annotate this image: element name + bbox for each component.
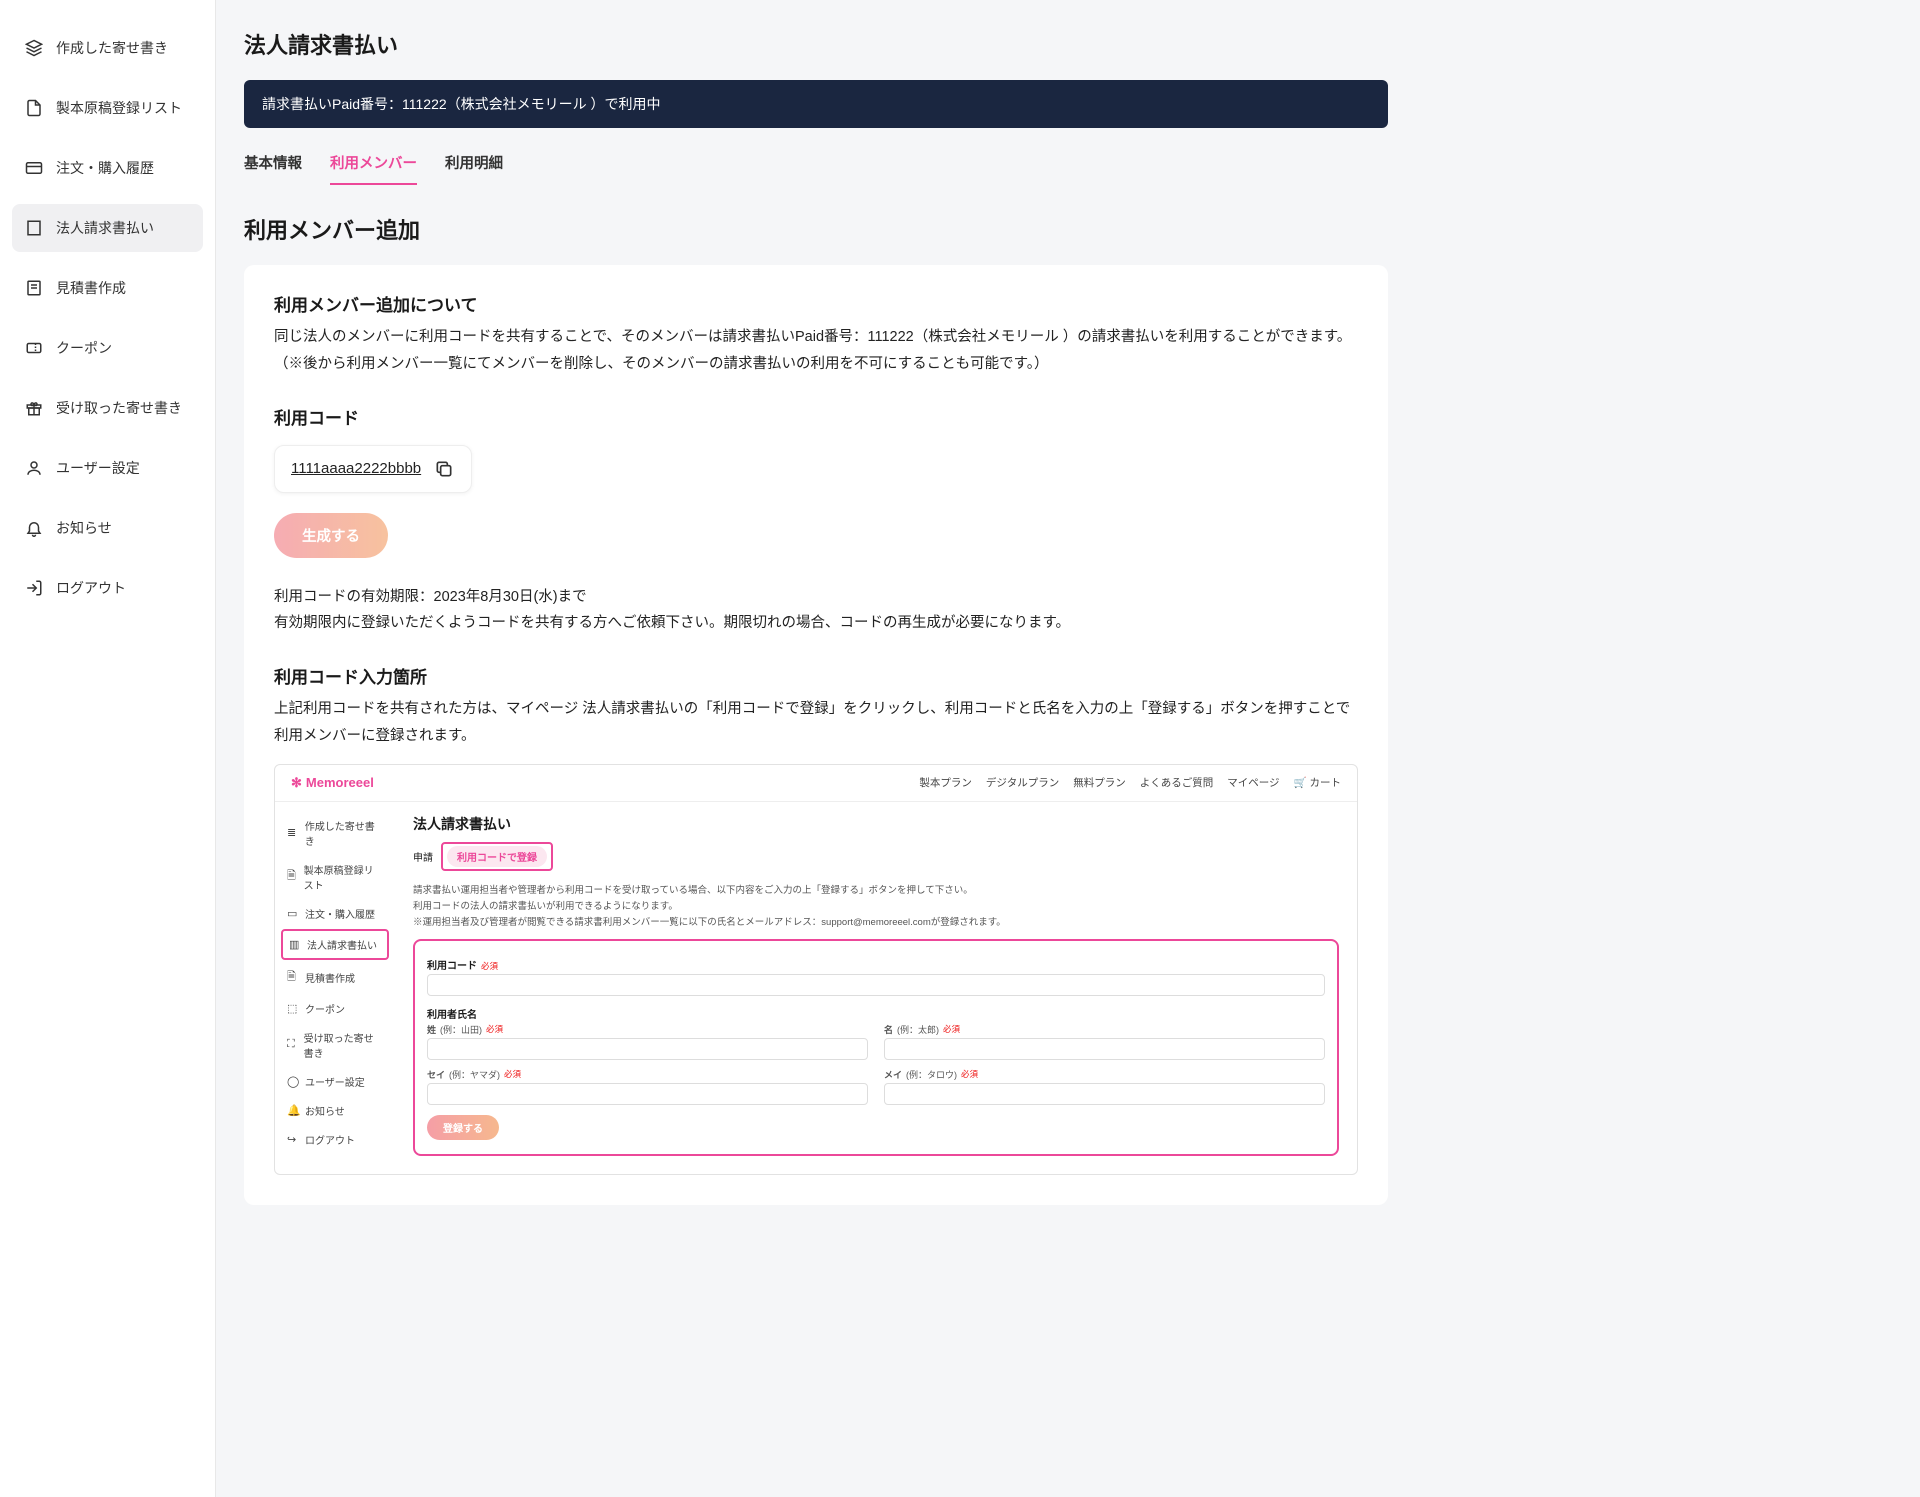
sidebar-item-coupon[interactable]: クーポン [12,324,203,372]
card-icon [24,158,44,178]
ticket-icon [24,338,44,358]
sidebar-item-received-books[interactable]: 受け取った寄せ書き [12,384,203,432]
mock-logo: ✻ Memoreeel [291,775,374,791]
bell-icon [24,518,44,538]
sidebar-item-manuscript-list[interactable]: 製本原稿登録リスト [12,84,203,132]
sparkle-icon: ✻ [291,775,302,791]
tab-usage-details[interactable]: 利用明細 [445,146,503,185]
sidebar-item-label: 法人請求書払い [56,218,154,238]
about-text-1: 同じ法人のメンバーに利用コードを共有することで、そのメンバーは請求書払いPaid… [274,324,1358,351]
content-card: 利用メンバー追加について 同じ法人のメンバーに利用コードを共有することで、そのメ… [244,265,1388,1205]
document-icon [24,98,44,118]
input-location-heading: 利用コード入力箇所 [274,663,1358,688]
quote-icon [24,278,44,298]
sidebar-item-label: ユーザー設定 [56,458,140,478]
sidebar-item-logout[interactable]: ログアウト [12,564,203,612]
generate-button[interactable]: 生成する [274,513,388,558]
user-icon [24,458,44,478]
sidebar-item-order-history[interactable]: 注文・購入履歴 [12,144,203,192]
sidebar-item-label: 製本原稿登録リスト [56,98,182,118]
building-icon [24,218,44,238]
expiry-note: 有効期限内に登録いただくようコードを共有する方へご依頼下さい。期限切れの場合、コ… [274,610,1358,637]
sidebar-item-user-settings[interactable]: ユーザー設定 [12,444,203,492]
tab-basic-info[interactable]: 基本情報 [244,146,302,185]
sidebar: 作成した寄せ書き 製本原稿登録リスト 注文・購入履歴 法人請求書払い 見積書作成… [0,0,216,1497]
sidebar-item-notifications[interactable]: お知らせ [12,504,203,552]
sidebar-item-quotation[interactable]: 見積書作成 [12,264,203,312]
copy-icon[interactable] [433,458,455,480]
about-text-2: （※後から利用メンバー一覧にてメンバーを削除し、そのメンバーの請求書払いの利用を… [274,351,1358,378]
expiry-line: 利用コードの有効期限：2023年8月30日(水)まで [274,584,1358,611]
sidebar-item-label: 作成した寄せ書き [56,38,168,58]
sidebar-item-label: 見積書作成 [56,278,126,298]
input-location-desc: 上記利用コードを共有された方は、マイページ 法人請求書払いの「利用コードで登録」… [274,696,1358,750]
sidebar-item-label: 注文・購入履歴 [56,158,154,178]
usage-code-value: 1111aaaa2222bbbb [291,460,421,477]
tab-members[interactable]: 利用メンバー [330,146,417,185]
section-title: 利用メンバー追加 [244,213,1388,245]
stack-icon [24,38,44,58]
sidebar-item-corporate-invoice[interactable]: 法人請求書払い [12,204,203,252]
status-banner: 請求書払いPaid番号：111222（株式会社メモリール ）で利用中 [244,80,1388,128]
sidebar-item-created-books[interactable]: 作成した寄せ書き [12,24,203,72]
cart-icon: 🛒 カート [1294,775,1342,790]
sidebar-item-label: 受け取った寄せ書き [56,398,182,418]
logout-icon [24,578,44,598]
main-content: 法人請求書払い 請求書払いPaid番号：111222（株式会社メモリール ）で利… [216,0,1416,1497]
gift-icon [24,398,44,418]
page-title: 法人請求書払い [244,28,1388,60]
about-heading: 利用メンバー追加について [274,291,1358,316]
sidebar-item-label: ログアウト [56,578,126,598]
tabs: 基本情報 利用メンバー 利用明細 [244,146,1388,185]
sidebar-item-label: お知らせ [56,518,112,538]
mock-nav: 製本プラン デジタルプラン 無料プラン よくあるご質問 マイページ 🛒 カート [919,775,1341,790]
sidebar-item-label: クーポン [56,338,112,358]
code-heading: 利用コード [274,404,1358,429]
instruction-screenshot: ✻ Memoreeel 製本プラン デジタルプラン 無料プラン よくあるご質問 … [274,764,1358,1175]
usage-code-box: 1111aaaa2222bbbb [274,445,472,493]
